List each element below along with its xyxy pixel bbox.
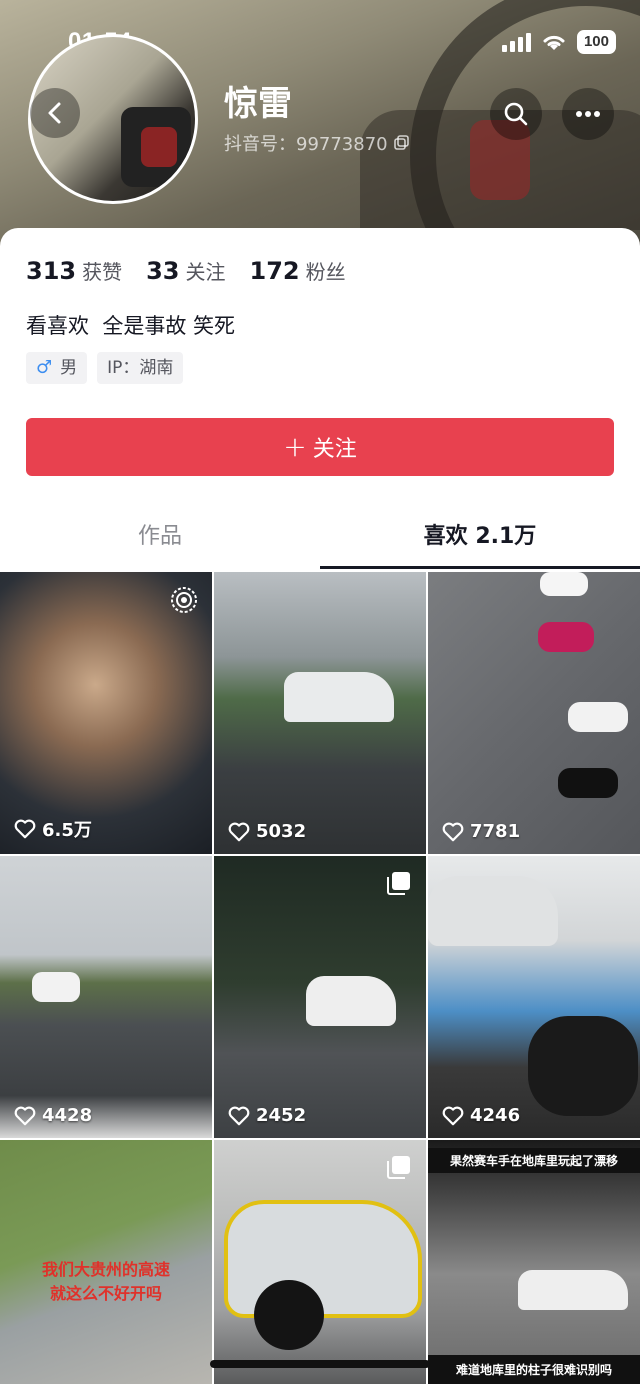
white-car bbox=[518, 1270, 628, 1310]
multi-image-icon bbox=[386, 870, 412, 900]
video-tile[interactable]: 果然赛车手在地库里玩起了漂移 难道地库里的柱子很难识别吗 bbox=[428, 1140, 640, 1384]
stat-number: 313 bbox=[26, 257, 77, 285]
like-count: 7781 bbox=[470, 821, 521, 842]
like-count: 4246 bbox=[470, 1105, 521, 1126]
follow-button[interactable]: + 关注 bbox=[26, 418, 614, 476]
car-wheel bbox=[254, 1280, 324, 1350]
video-like-count: 4246 bbox=[442, 1105, 520, 1126]
stat-label: 粉丝 bbox=[305, 260, 346, 284]
follow-label: 关注 bbox=[312, 437, 357, 462]
video-like-count: 5032 bbox=[228, 821, 306, 842]
video-tile[interactable]: 我们大贵州的高速 就这么不好开吗 bbox=[0, 1140, 212, 1384]
stat-followers[interactable]: 172 粉丝 bbox=[250, 256, 346, 285]
silver-car bbox=[224, 1200, 422, 1318]
video-tile[interactable]: 4428 bbox=[0, 856, 212, 1138]
video-tile[interactable]: 6.5万 bbox=[0, 572, 212, 854]
white-car bbox=[32, 972, 80, 1002]
like-count: 2452 bbox=[256, 1105, 307, 1126]
battery-indicator: 100 bbox=[576, 30, 616, 54]
stat-likes: 313 获赞 bbox=[26, 256, 122, 285]
video-caption-bottom: 难道地库里的柱子很难识别吗 bbox=[428, 1355, 640, 1384]
video-like-count: 4428 bbox=[14, 1105, 92, 1126]
heart-icon bbox=[228, 822, 250, 841]
video-tile[interactable] bbox=[214, 1140, 426, 1384]
douyin-id: 抖音号：99773870 bbox=[224, 130, 410, 156]
heart-icon bbox=[14, 1106, 36, 1125]
profile-bio: 看喜欢 全是事故 笑死 bbox=[26, 314, 236, 338]
like-count: 5032 bbox=[256, 821, 307, 842]
stat-label: 获赞 bbox=[82, 260, 123, 284]
home-indicator bbox=[210, 1360, 430, 1368]
search-icon bbox=[504, 102, 528, 126]
wifi-icon bbox=[543, 35, 565, 50]
video-tile[interactable]: 4246 bbox=[428, 856, 640, 1138]
white-car bbox=[428, 876, 558, 946]
video-caption-top: 果然赛车手在地库里玩起了漂移 bbox=[428, 1148, 640, 1173]
video-caption: 我们大贵州的高速 就这么不好开吗 bbox=[41, 1260, 170, 1303]
crashed-car bbox=[306, 976, 396, 1026]
gender-label: 男 bbox=[60, 358, 78, 378]
live-icon bbox=[170, 586, 198, 618]
stat-label: 关注 bbox=[185, 260, 226, 284]
content-tabs: 作品 喜欢 2.1万 bbox=[0, 518, 640, 570]
ip-tag: IP：湖南 bbox=[97, 352, 184, 384]
white-car bbox=[568, 702, 628, 732]
status-icons: 100 bbox=[501, 30, 616, 54]
video-tile[interactable]: 5032 bbox=[214, 572, 426, 854]
ip-label: IP：湖南 bbox=[107, 358, 174, 378]
stat-number: 33 bbox=[146, 257, 180, 285]
heart-icon bbox=[228, 1106, 250, 1125]
stat-number: 172 bbox=[249, 257, 300, 285]
white-car bbox=[540, 572, 588, 596]
profile-tags: ♂ 男 IP：湖南 bbox=[26, 352, 184, 384]
video-like-count: 6.5万 bbox=[14, 816, 92, 842]
back-icon bbox=[48, 102, 61, 124]
heart-icon bbox=[14, 819, 36, 839]
more-icon bbox=[576, 111, 600, 117]
video-tile[interactable]: 2452 bbox=[214, 856, 426, 1138]
avatar-seat-detail bbox=[141, 127, 177, 167]
video-tile[interactable]: 7781 bbox=[428, 572, 640, 854]
plus-icon: + bbox=[283, 430, 307, 463]
tab-active-indicator bbox=[320, 566, 640, 569]
like-count: 4428 bbox=[42, 1105, 93, 1126]
tab-likes[interactable]: 喜欢 2.1万 bbox=[320, 518, 640, 550]
heart-icon bbox=[442, 1106, 464, 1125]
stat-following[interactable]: 33 关注 bbox=[146, 256, 225, 285]
black-car bbox=[558, 768, 618, 798]
like-count: 6.5万 bbox=[42, 820, 92, 841]
multi-image-icon bbox=[386, 1154, 412, 1184]
heart-icon bbox=[442, 822, 464, 841]
scooter bbox=[528, 1016, 638, 1116]
male-icon: ♂ bbox=[36, 357, 53, 378]
back-button[interactable] bbox=[30, 88, 80, 138]
video-like-count: 2452 bbox=[228, 1105, 306, 1126]
car-shape bbox=[284, 672, 394, 722]
signal-icon bbox=[501, 32, 531, 52]
gender-tag: ♂ 男 bbox=[26, 352, 88, 384]
video-like-count: 7781 bbox=[442, 821, 520, 842]
more-button[interactable] bbox=[562, 88, 614, 140]
profile-nickname: 惊雷 bbox=[224, 84, 292, 124]
profile-stats: 313 获赞 33 关注 172 粉丝 bbox=[26, 256, 346, 285]
search-button[interactable] bbox=[490, 88, 542, 140]
tab-works[interactable]: 作品 bbox=[0, 518, 320, 550]
douyin-id-text: 抖音号：99773870 bbox=[224, 134, 388, 155]
pink-car bbox=[538, 622, 594, 652]
copy-icon[interactable] bbox=[393, 135, 410, 151]
